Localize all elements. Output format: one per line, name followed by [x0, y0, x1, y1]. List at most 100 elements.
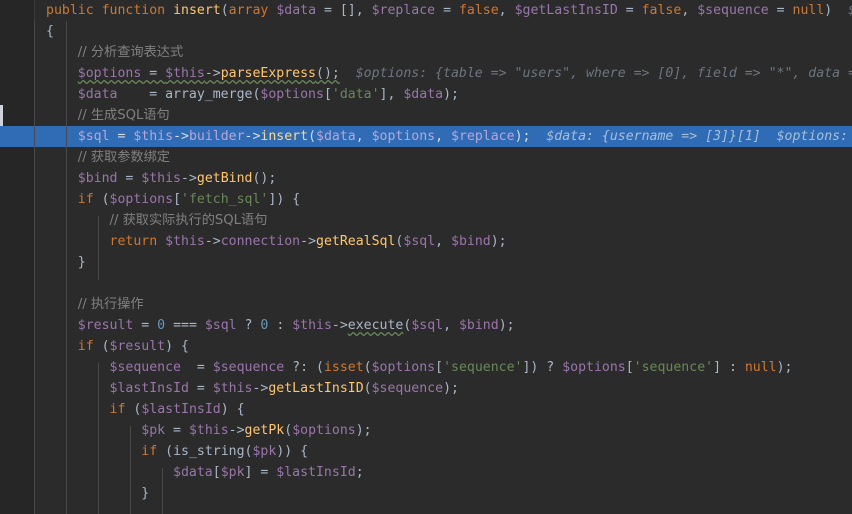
- code-line[interactable]: return $this->connection->getRealSql($sq…: [0, 231, 852, 252]
- code-line[interactable]: }: [0, 252, 852, 273]
- code-line[interactable]: if ($options['fetch_sql']) {: [0, 189, 852, 210]
- code-token-hint: $data: {username => [3]}[1] $options:: [530, 129, 852, 144]
- code-editor[interactable]: public function insert(array $data = [],…: [0, 0, 852, 514]
- code-line[interactable]: // 分析查询表达式: [0, 42, 852, 63]
- code-line[interactable]: // 获取实际执行的SQL语句: [0, 210, 852, 231]
- code-token-cmt: // 分析查询表达式: [77, 45, 184, 60]
- code-token-pun: is_string: [173, 444, 245, 459]
- code-token-pun: );: [776, 360, 793, 375]
- code-line[interactable]: if ($result) {: [0, 336, 852, 357]
- code-line[interactable]: $pk = $this->getPk($options);: [0, 420, 852, 441]
- code-line[interactable]: public function insert(array $data = [],…: [0, 0, 852, 21]
- code-token-var: $lastInsId: [276, 465, 356, 480]
- code-line[interactable]: {: [0, 21, 852, 42]
- code-token-pun: =: [188, 381, 213, 396]
- code-token-var: $this: [188, 423, 229, 438]
- code-line[interactable]: $bind = $this->getBind();: [0, 168, 852, 189]
- code-token-var: $options: [77, 66, 142, 81]
- code-token-var: $bind: [77, 171, 118, 186]
- code-token-var: $pk: [252, 444, 277, 459]
- code-token-kw: isset: [323, 360, 364, 375]
- code-content[interactable]: public function insert(array $data = [],…: [0, 0, 852, 514]
- code-line[interactable]: [0, 273, 852, 294]
- code-token-var: $this: [133, 129, 174, 144]
- code-token-pun: (: [93, 192, 110, 207]
- code-line[interactable]: $result = 0 === $sql ? 0 : $this->execut…: [0, 315, 852, 336]
- code-token-pun: =: [617, 3, 642, 18]
- code-token-pun: [165, 3, 173, 18]
- code-token-kw: false: [641, 3, 682, 18]
- code-token-kw: null: [744, 360, 777, 375]
- code-token-var: $this: [292, 318, 332, 333]
- code-line[interactable]: $options = $this->parseExpress(); $optio…: [0, 63, 852, 84]
- code-token-kw: if: [77, 339, 94, 354]
- code-line[interactable]: $lastInsId = $this->getLastInsID($sequen…: [0, 378, 852, 399]
- code-token-pun: ->: [228, 423, 245, 438]
- code-token-pun: (: [93, 339, 110, 354]
- code-token-pun: [: [625, 360, 634, 375]
- code-line[interactable]: // 生成SQL语句: [0, 105, 852, 126]
- code-token-pun: )) {: [276, 444, 309, 459]
- code-token-pun: =: [141, 66, 166, 81]
- code-token-cmt: // 执行操作: [77, 297, 144, 312]
- code-token-pun: =: [435, 3, 459, 18]
- code-token-hint: $d: [832, 3, 852, 18]
- code-token-str: 'sequence': [443, 360, 523, 375]
- code-token-var: $options: [371, 129, 436, 144]
- code-token-var: $options: [562, 360, 626, 375]
- code-token-pun: ]) {: [268, 192, 301, 207]
- code-token-var: $sql: [411, 318, 444, 333]
- warning-squiggle-icon: [60, 0, 82, 2]
- code-token-var: $sequence: [109, 360, 181, 375]
- code-token-brace: }: [77, 255, 86, 270]
- code-line[interactable]: if (is_string($pk)) {: [0, 441, 852, 462]
- code-token-kw: if: [77, 192, 94, 207]
- code-token-str: 'fetch_sql': [181, 192, 269, 207]
- code-line[interactable]: $data = array_merge($options['data'], $d…: [0, 84, 852, 105]
- code-line[interactable]: // 执行操作: [0, 294, 852, 315]
- code-token-pun: ) {: [220, 402, 245, 417]
- code-token-pun: ->: [204, 66, 221, 81]
- code-token-pun: ->: [252, 381, 269, 396]
- code-token-var: $lastInsId: [109, 381, 189, 396]
- code-line[interactable]: $sequence = $sequence ?: (isset($options…: [0, 357, 852, 378]
- code-token-pun: ) {: [165, 339, 189, 354]
- code-token-var: $lastInsId: [141, 402, 221, 417]
- code-token-kw: return: [109, 234, 158, 249]
- code-token-pun: ,: [355, 129, 372, 144]
- code-token-pun: array_merge: [165, 87, 253, 102]
- code-token-pun: =: [117, 171, 142, 186]
- code-token-cmt: // 获取实际执行的SQL语句: [109, 213, 268, 228]
- code-token-var: $data: [316, 129, 356, 144]
- code-token-fn: getLastInsID: [268, 381, 364, 396]
- code-line[interactable]: $sql = $this->builder->insert($data, $op…: [0, 126, 852, 147]
- code-line[interactable]: if ($lastInsId) {: [0, 399, 852, 420]
- code-token-fn: getRealSql: [316, 234, 396, 249]
- code-line[interactable]: }: [0, 483, 852, 504]
- code-token-kw: array: [228, 3, 269, 18]
- code-line[interactable]: $data[$pk] = $lastInsId;: [0, 462, 852, 483]
- code-token-pun: =: [181, 360, 213, 375]
- code-token-var: $options: [292, 423, 356, 438]
- code-token-pun: ,: [443, 318, 459, 333]
- code-token-pun: ->: [331, 318, 348, 333]
- code-token-var: $sql: [204, 318, 237, 333]
- code-token-pun: ,: [435, 129, 452, 144]
- code-token-pun: );: [355, 423, 372, 438]
- code-token-pun: (: [157, 444, 174, 459]
- code-token-pun: ?: [236, 318, 261, 333]
- code-token-pun: );: [498, 318, 515, 333]
- code-token-var: $result: [77, 318, 134, 333]
- code-token-pun: );: [490, 234, 507, 249]
- code-token-var: $this: [165, 66, 205, 81]
- code-token-var: $sql: [403, 234, 436, 249]
- code-token-cmt: // 生成SQL语句: [77, 108, 170, 123]
- code-line[interactable]: // 获取参数绑定: [0, 147, 852, 168]
